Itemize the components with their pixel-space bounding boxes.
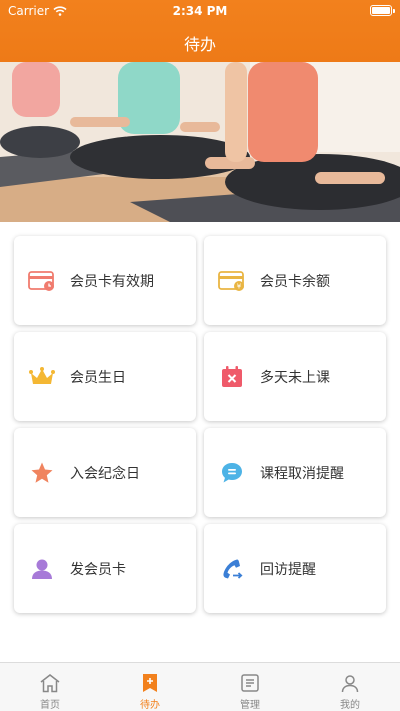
card-label: 课程取消提醒: [260, 465, 344, 482]
tab-label: 管理: [240, 700, 260, 711]
card-issue-member-card[interactable]: 发会员卡: [14, 524, 196, 613]
calendar-x-icon: [218, 363, 246, 391]
card-coin-icon: ¥: [218, 267, 246, 295]
manage-icon: [239, 672, 261, 694]
card-label: 发会员卡: [70, 561, 126, 578]
chat-bubble-icon: [218, 459, 246, 487]
card-label: 入会纪念日: [70, 465, 140, 482]
card-member-birthday[interactable]: 会员生日: [14, 332, 196, 421]
card-follow-up-reminder[interactable]: 回访提醒: [204, 524, 386, 613]
home-icon: [39, 672, 61, 694]
card-label: 会员卡有效期: [70, 273, 154, 290]
svg-text:¥: ¥: [237, 282, 242, 290]
tab-label: 待办: [140, 700, 160, 711]
status-bar: Carrier 2:34 PM: [0, 0, 400, 22]
card-join-anniversary[interactable]: 入会纪念日: [14, 428, 196, 517]
todo-grid: 会员卡有效期 ¥ 会员卡余额 会员生日 多天未上课 入会纪念日 课程取消提醒 发…: [14, 236, 386, 616]
tab-profile[interactable]: 我的: [300, 663, 400, 711]
card-days-absent[interactable]: 多天未上课: [204, 332, 386, 421]
page-title: 待办: [183, 35, 216, 54]
card-label: 多天未上课: [260, 369, 330, 386]
tab-label: 我的: [340, 700, 360, 711]
card-class-cancel-reminder[interactable]: 课程取消提醒: [204, 428, 386, 517]
phone-return-icon: [218, 555, 246, 583]
tab-manage[interactable]: 管理: [200, 663, 300, 711]
bottom-tab-bar: 首页 待办 管理 我的: [0, 662, 400, 711]
card-label: 回访提醒: [260, 561, 316, 578]
bookmark-plus-icon: [139, 672, 161, 694]
crown-icon: [28, 363, 56, 391]
app-header: Carrier 2:34 PM 待办: [0, 0, 400, 62]
tab-label: 首页: [40, 700, 60, 711]
card-label: 会员卡余额: [260, 273, 330, 290]
battery-icon: [370, 5, 395, 16]
card-membership-balance[interactable]: ¥ 会员卡余额: [204, 236, 386, 325]
yoga-banner-image: [0, 62, 400, 222]
status-time: 2:34 PM: [172, 4, 228, 18]
card-label: 会员生日: [70, 369, 126, 386]
tab-home[interactable]: 首页: [0, 663, 100, 711]
profile-icon: [339, 672, 361, 694]
star-icon: [28, 459, 56, 487]
tab-todo[interactable]: 待办: [100, 663, 200, 711]
card-clock-icon: [28, 267, 56, 295]
person-icon: [28, 555, 56, 583]
card-membership-validity[interactable]: 会员卡有效期: [14, 236, 196, 325]
